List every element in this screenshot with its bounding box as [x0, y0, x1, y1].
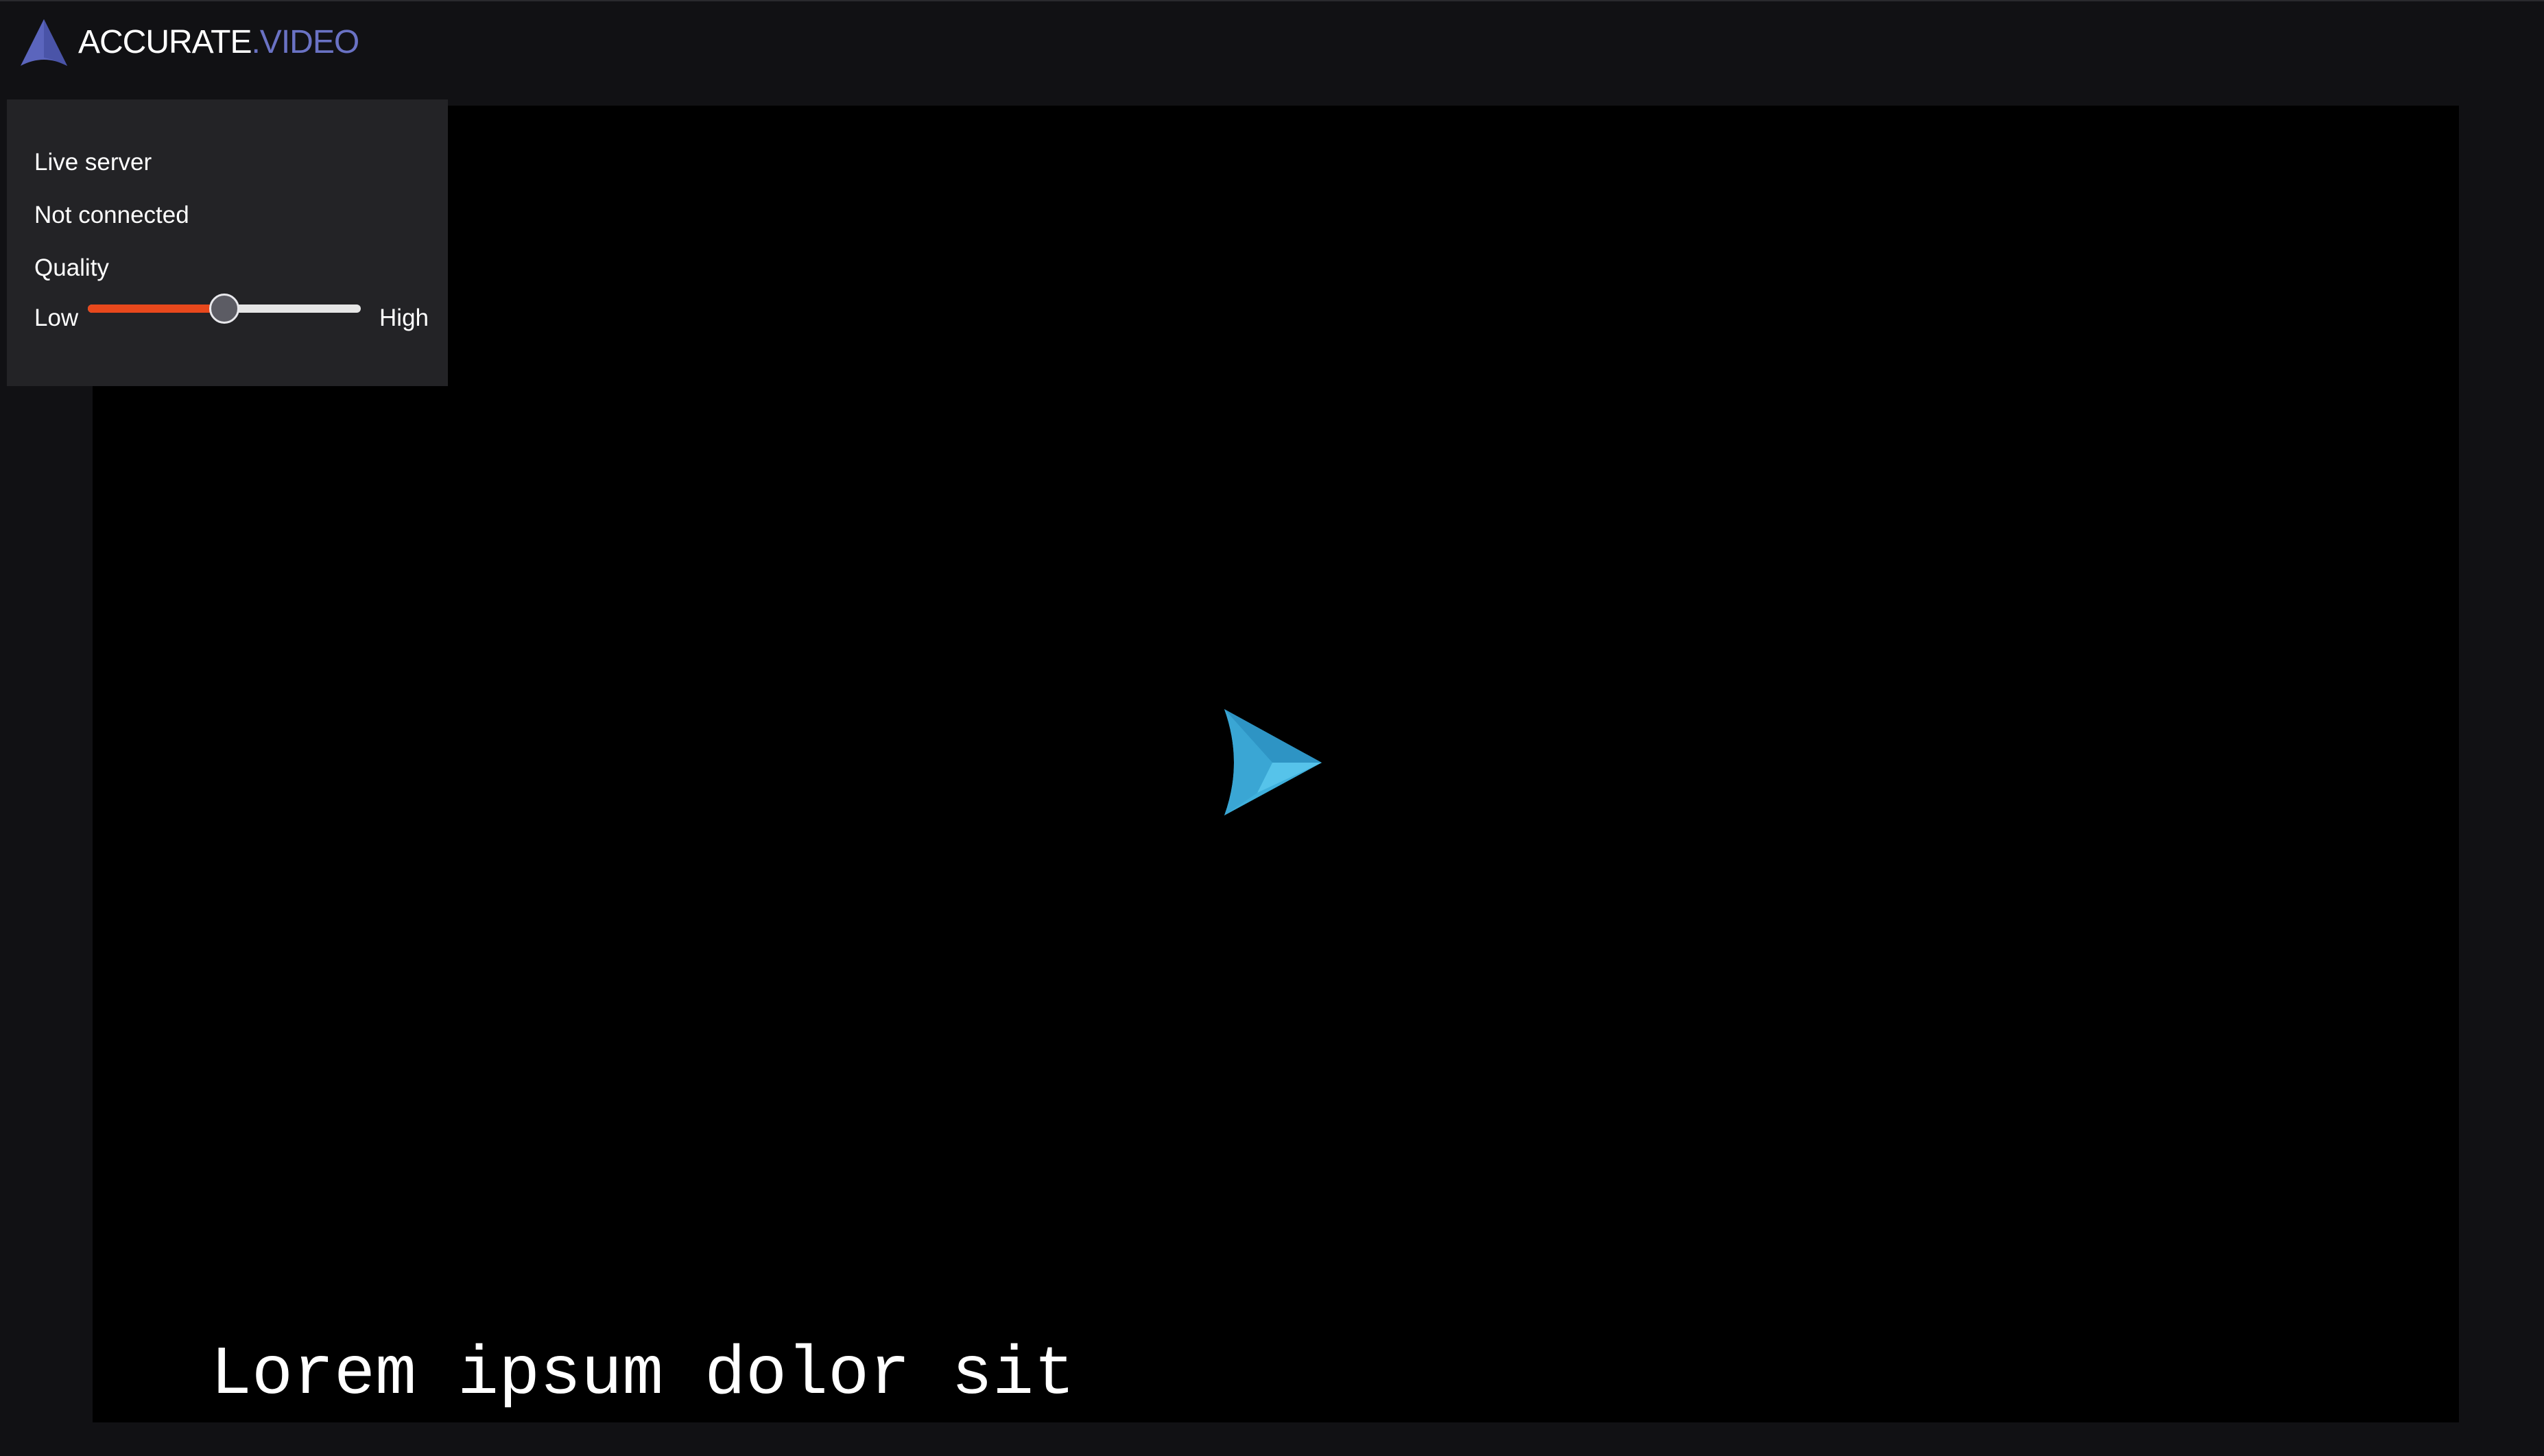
app-header: ACCURATE.VIDEO	[0, 1, 2544, 97]
play-button[interactable]	[1217, 709, 1324, 815]
connection-status: Not connected	[34, 202, 189, 228]
logo-text-secondary: .VIDEO	[251, 24, 359, 60]
quality-slider-thumb[interactable]	[209, 294, 239, 324]
subtitle-text: Lorem ipsum dolor sit	[211, 1337, 1075, 1414]
logo-text: ACCURATE.VIDEO	[78, 18, 359, 67]
logo-text-primary: ACCURATE	[78, 24, 252, 60]
quality-slider-fill	[88, 305, 224, 313]
quality-slider[interactable]	[88, 294, 361, 324]
accurate-video-logo[interactable]: ACCURATE.VIDEO	[19, 18, 359, 67]
slider-max-label: High	[379, 305, 429, 331]
quality-slider-row: Low High	[34, 286, 429, 334]
server-label: Live server	[34, 149, 152, 176]
slider-min-label: Low	[34, 305, 79, 331]
play-icon	[1224, 709, 1322, 815]
accurate-video-logo-icon	[21, 19, 67, 66]
settings-panel: Live server Not connected Quality Low Hi…	[7, 99, 448, 386]
quality-label: Quality	[34, 254, 109, 281]
